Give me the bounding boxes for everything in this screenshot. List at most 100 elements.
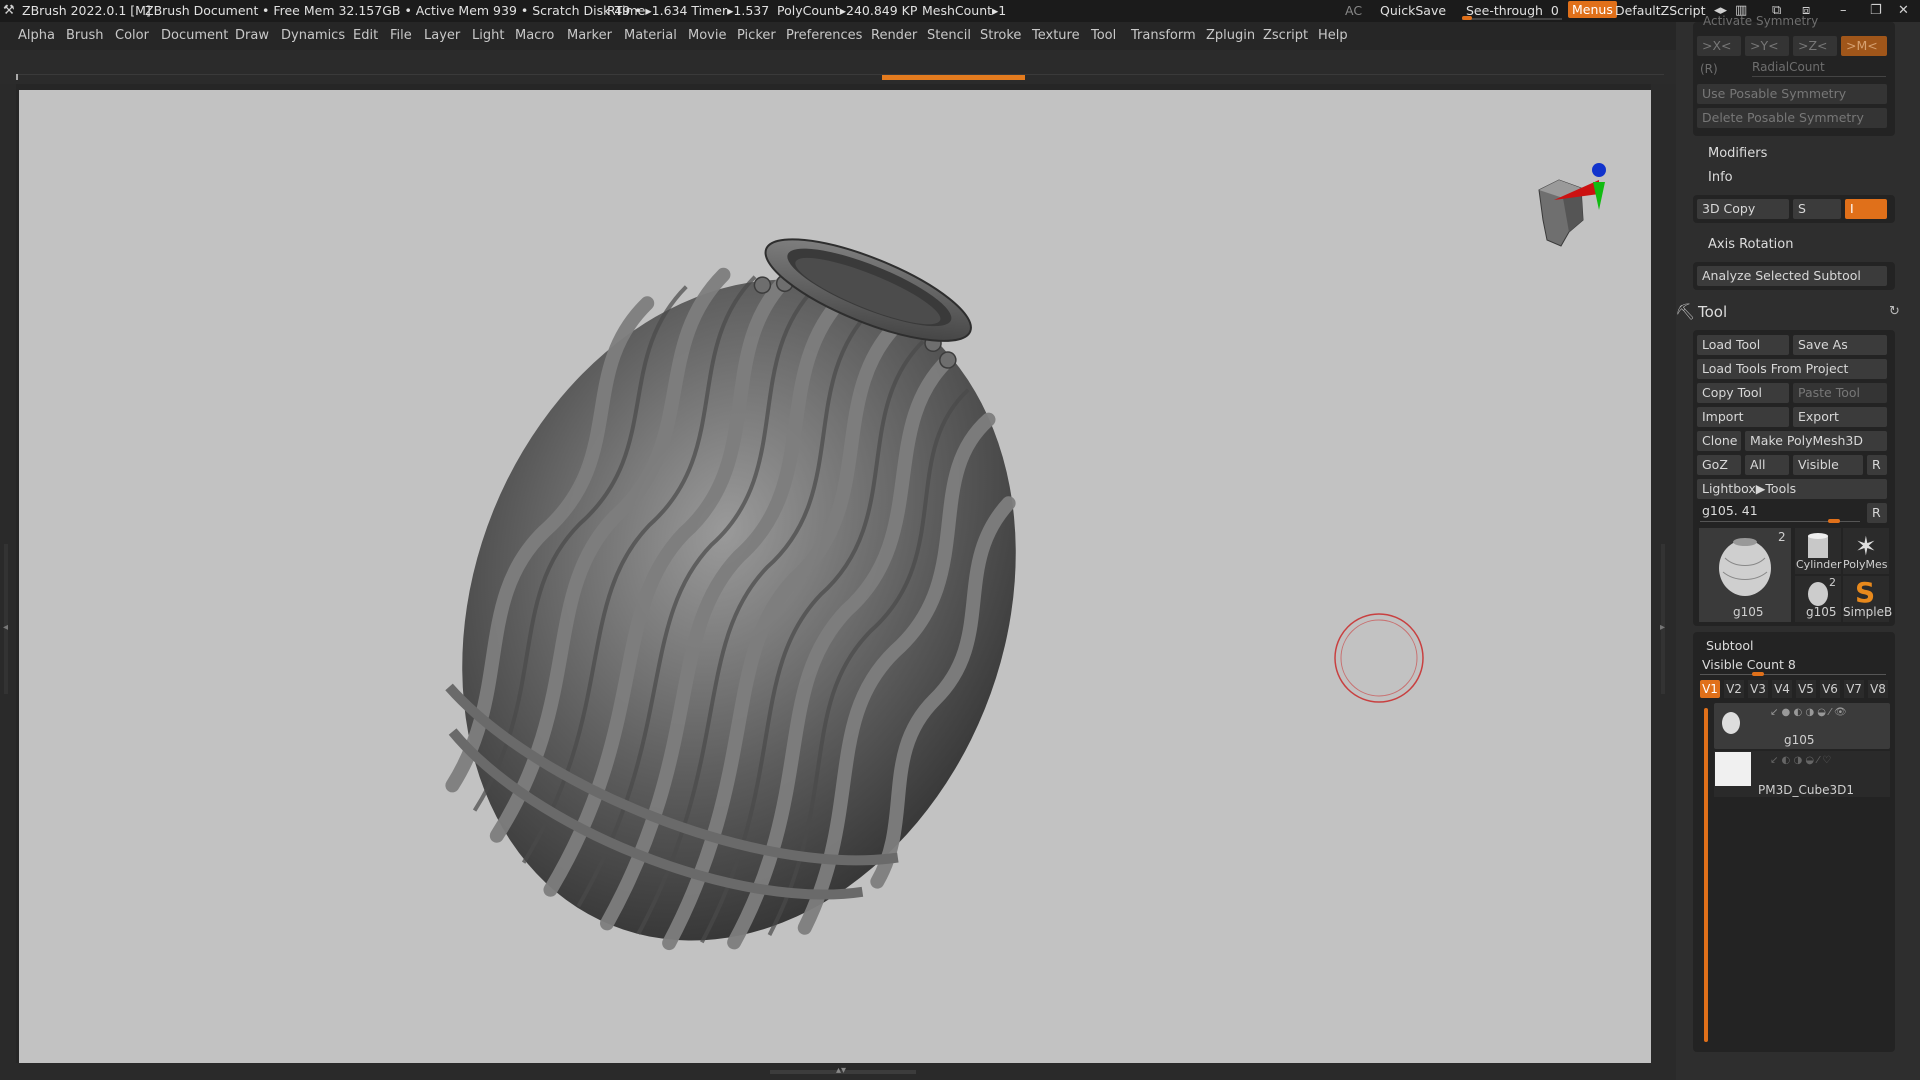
subtool-row-pm3d[interactable]: ↙ ◐ ◑ ◒ ⁄ ♡ PM3D_Cube3D1 — [1714, 751, 1890, 797]
goz-all-button[interactable]: All — [1745, 455, 1789, 475]
menu-draw[interactable]: Draw — [235, 28, 269, 43]
subtool-row2-controls-icon[interactable]: ↙ ◐ ◑ ◒ ⁄ ♡ — [1770, 755, 1831, 766]
clone-button[interactable]: Clone — [1697, 431, 1741, 451]
copy-tool-button[interactable]: Copy Tool — [1697, 383, 1789, 403]
menu-material[interactable]: Material — [624, 28, 677, 43]
paste-tool-button[interactable]: Paste Tool — [1793, 383, 1887, 403]
menu-texture[interactable]: Texture — [1032, 28, 1080, 43]
subtool-tab-v1[interactable]: V1 — [1700, 680, 1720, 698]
right-tray-arrow-icon[interactable]: ▸ — [1660, 622, 1665, 633]
subtool-tab-v4[interactable]: V4 — [1772, 680, 1792, 698]
load-tool-button[interactable]: Load Tool — [1697, 335, 1789, 355]
menu-macro[interactable]: Macro — [515, 28, 554, 43]
axis-rotation-header[interactable]: Axis Rotation — [1708, 237, 1793, 252]
subtool-row-g105[interactable]: ↙ ● ◐ ◑ ◒ ⁄ 👁 g105 — [1714, 703, 1890, 749]
subtool-tab-v2[interactable]: V2 — [1724, 680, 1744, 698]
menu-alpha[interactable]: Alpha — [18, 28, 55, 43]
copy-i-button[interactable]: I — [1845, 199, 1887, 219]
lightbox-tools-button[interactable]: Lightbox▶Tools — [1697, 479, 1887, 499]
menus-button[interactable]: Menus — [1568, 1, 1617, 18]
see-through-slider[interactable]: See-through 0 — [1462, 2, 1562, 20]
close-icon[interactable]: ✕ — [1898, 3, 1909, 18]
export-button[interactable]: Export — [1793, 407, 1887, 427]
radial-count-slider[interactable]: RadialCount — [1752, 60, 1825, 74]
menu-color[interactable]: Color — [115, 28, 149, 43]
delete-posable-symmetry-button[interactable]: Delete Posable Symmetry — [1697, 108, 1887, 128]
right-tray[interactable]: ▸ — [1651, 84, 1676, 1080]
subtool-row-controls-icon[interactable]: ↙ ● ◐ ◑ ◒ ⁄ 👁 — [1770, 707, 1847, 718]
active-shelf-tab[interactable] — [882, 75, 1025, 80]
quicksave-button[interactable]: QuickSave — [1380, 3, 1446, 18]
menu-stencil[interactable]: Stencil — [927, 28, 971, 43]
menu-transform[interactable]: Transform — [1131, 28, 1196, 43]
menu-layer[interactable]: Layer — [424, 28, 460, 43]
sym-y-button[interactable]: >Y< — [1745, 36, 1789, 56]
minimize-icon[interactable]: – — [1840, 3, 1847, 18]
sym-x-button[interactable]: >X< — [1697, 36, 1741, 56]
bottom-tray-arrow-icon[interactable]: ▴▾ — [836, 1065, 846, 1076]
visible-count-knob[interactable] — [1752, 672, 1764, 676]
sym-m-button[interactable]: >M< — [1841, 36, 1887, 56]
timing-status: RTime▸1.634 Timer▸1.537 — [607, 3, 770, 18]
right-tray-handle[interactable] — [1661, 544, 1665, 694]
copy-s-button[interactable]: S — [1793, 199, 1841, 219]
subtool-tab-v5[interactable]: V5 — [1796, 680, 1816, 698]
modifiers-header[interactable]: Modifiers — [1708, 146, 1767, 161]
load-tools-from-project-button[interactable]: Load Tools From Project — [1697, 359, 1887, 379]
menu-zplugin[interactable]: Zplugin — [1206, 28, 1255, 43]
menu-tool[interactable]: Tool — [1091, 28, 1116, 43]
refresh-icon[interactable]: ↻ — [1889, 304, 1900, 319]
info-header[interactable]: Info — [1708, 170, 1733, 185]
subtool-tab-v6[interactable]: V6 — [1820, 680, 1840, 698]
ac-button[interactable]: AC — [1345, 3, 1362, 18]
subtool-tab-v7[interactable]: V7 — [1844, 680, 1864, 698]
menu-light[interactable]: Light — [472, 28, 504, 43]
import-button[interactable]: Import — [1697, 407, 1789, 427]
menu-picker[interactable]: Picker — [737, 28, 776, 43]
goz-r-button[interactable]: R — [1867, 455, 1887, 475]
menu-marker[interactable]: Marker — [567, 28, 612, 43]
subtool-tab-v3[interactable]: V3 — [1748, 680, 1768, 698]
analyze-subtool-button[interactable]: Analyze Selected Subtool — [1697, 266, 1887, 286]
left-tray-arrow-icon[interactable]: ◂ — [3, 622, 8, 633]
subtool-scrollbar[interactable] — [1704, 708, 1708, 1042]
sym-radial-r[interactable]: (R) — [1700, 62, 1718, 76]
menu-file[interactable]: File — [390, 28, 412, 43]
menu-brush[interactable]: Brush — [66, 28, 104, 43]
maximize-icon[interactable]: ❐ — [1870, 3, 1882, 18]
bottom-tray[interactable]: ▴▾ — [16, 1063, 1676, 1080]
subtool-name: g105 — [1784, 733, 1815, 747]
activate-symmetry-button[interactable]: Activate Symmetry — [1703, 14, 1818, 28]
default-zscript-button[interactable]: DefaultZScript — [1615, 3, 1706, 18]
current-tool-knob[interactable] — [1828, 519, 1840, 523]
use-posable-symmetry-button[interactable]: Use Posable Symmetry — [1697, 84, 1887, 104]
small-thumb-label: g105 — [1806, 605, 1837, 619]
menu-document[interactable]: Document — [161, 28, 228, 43]
menu-edit[interactable]: Edit — [353, 28, 378, 43]
goz-visible-button[interactable]: Visible — [1793, 455, 1863, 475]
menu-preferences[interactable]: Preferences — [786, 28, 862, 43]
subtool-header[interactable]: Subtool — [1706, 638, 1753, 653]
sym-z-button[interactable]: >Z< — [1793, 36, 1837, 56]
tool-palette-title[interactable]: Tool — [1698, 303, 1727, 321]
current-tool-slider[interactable]: g105. 41 — [1702, 503, 1758, 518]
tool-r-button[interactable]: R — [1867, 503, 1887, 523]
canvas-viewport[interactable] — [19, 90, 1651, 1063]
left-tray[interactable]: ◂ — [0, 84, 16, 1080]
save-as-button[interactable]: Save As — [1793, 335, 1887, 355]
left-tray-handle[interactable] — [4, 544, 8, 694]
menu-dynamics[interactable]: Dynamics — [281, 28, 345, 43]
menu-render[interactable]: Render — [871, 28, 917, 43]
make-polymesh3d-button[interactable]: Make PolyMesh3D — [1745, 431, 1887, 451]
goz-button[interactable]: GoZ — [1697, 455, 1741, 475]
vase-model — [445, 238, 1016, 951]
menu-zscript[interactable]: Zscript — [1263, 28, 1308, 43]
model-render[interactable] — [19, 90, 1651, 1063]
menu-help[interactable]: Help — [1318, 28, 1348, 43]
title-bar: ⚒ ZBrush 2022.0.1 [M] ZBrush Document • … — [0, 0, 1920, 22]
3d-copy-button[interactable]: 3D Copy — [1697, 199, 1789, 219]
menu-stroke[interactable]: Stroke — [980, 28, 1021, 43]
visible-count-slider[interactable]: Visible Count 8 — [1702, 657, 1796, 672]
subtool-tab-v8[interactable]: V8 — [1868, 680, 1888, 698]
menu-movie[interactable]: Movie — [688, 28, 726, 43]
